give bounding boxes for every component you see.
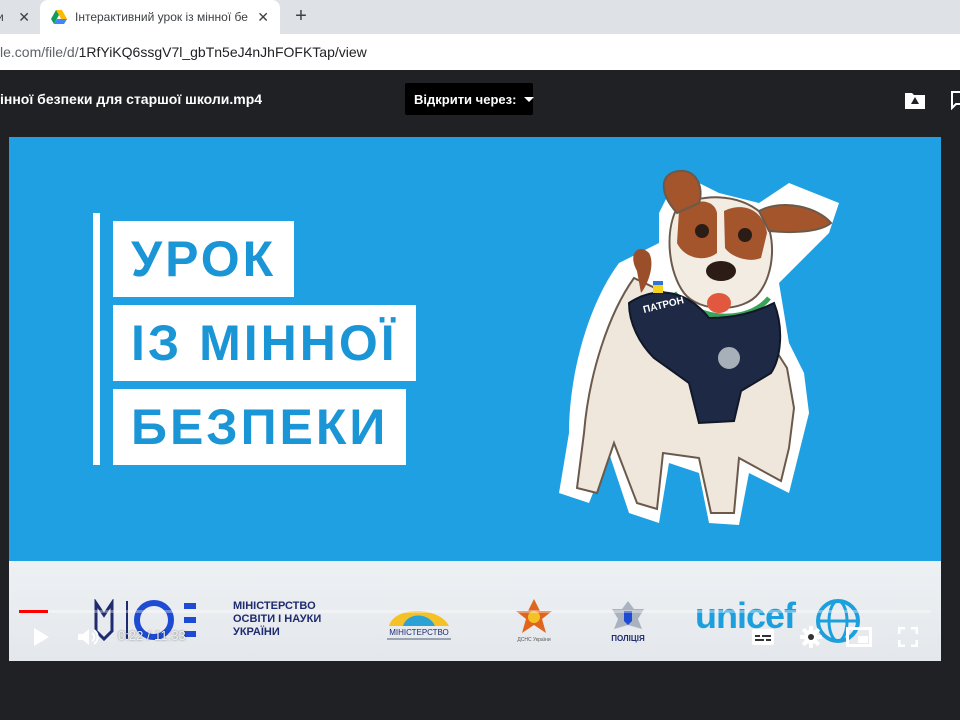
video-title-line-1: УРОК bbox=[113, 221, 295, 297]
drive-add-icon[interactable] bbox=[904, 90, 926, 110]
unicef-logo-text: unicef bbox=[695, 595, 796, 636]
open-with-button[interactable]: Відкрити через: bbox=[405, 83, 535, 115]
time-separator: / bbox=[143, 628, 155, 643]
dog-illustration: ПАТРОН bbox=[559, 169, 839, 525]
play-button[interactable] bbox=[29, 625, 53, 649]
duration: 11:33 bbox=[154, 628, 186, 643]
video-title-line-2: ІЗ МІННОЇ bbox=[113, 305, 416, 381]
settings-button[interactable] bbox=[799, 625, 823, 649]
miniplayer-button[interactable] bbox=[845, 625, 873, 649]
open-with-label: Відкрити через: bbox=[414, 91, 517, 107]
tab-active[interactable]: Інтерактивний урок із мінної бе ✕ bbox=[40, 0, 280, 34]
moe-line-3: УКРАЇНИ bbox=[233, 626, 280, 638]
new-tab-button[interactable]: + bbox=[290, 5, 312, 27]
progress-fill bbox=[19, 610, 49, 613]
file-name: інної безпеки для старшої школи.mp4 bbox=[0, 91, 263, 107]
tab-previous-title: и bbox=[0, 10, 4, 24]
ministry-education-text: МІНІСТЕРСТВО ОСВІТИ І НАУКИ УКРАЇНИ bbox=[233, 600, 321, 639]
progress-track[interactable] bbox=[19, 610, 931, 613]
miniplayer-icon bbox=[846, 627, 872, 647]
subtitles-icon bbox=[752, 629, 774, 645]
address-bar[interactable]: le.com/file/d/1RfYiKQ6ssgV7l_gbTn5eJ4nJh… bbox=[0, 34, 960, 70]
fullscreen-button[interactable] bbox=[896, 625, 920, 649]
time-display: 0:22 / 11:33 bbox=[118, 628, 186, 643]
caret-down-icon bbox=[524, 96, 535, 102]
google-drive-icon bbox=[51, 10, 67, 24]
video-title-line-3: БЕЗПЕКИ bbox=[113, 389, 407, 465]
police-logo-text: ПОЛІЦІЯ bbox=[611, 634, 645, 643]
ministry-logo: МІНІСТЕРСТВО bbox=[387, 611, 451, 640]
url-prefix: le.com/file/d/ bbox=[0, 44, 79, 60]
title-accent-bar bbox=[93, 213, 100, 465]
volume-icon bbox=[78, 629, 99, 645]
current-time: 0:22 bbox=[118, 628, 144, 643]
url-path: 1RfYiKQ6ssgV7l_gbTn5eJ4nJhFOFKTap/view bbox=[78, 44, 367, 60]
police-logo: ПОЛІЦІЯ bbox=[611, 601, 645, 643]
moe-line-2: ОСВІТИ І НАУКИ bbox=[233, 613, 322, 625]
tab-strip: и ✕ Інтерактивний урок із мінної бе ✕ + bbox=[0, 0, 960, 34]
tab-previous[interactable]: и ✕ bbox=[0, 0, 38, 34]
fullscreen-icon bbox=[898, 627, 918, 647]
gear-icon bbox=[800, 626, 822, 648]
close-icon[interactable]: ✕ bbox=[257, 9, 269, 25]
close-icon[interactable]: ✕ bbox=[18, 9, 30, 25]
dsns-logo-text: ДСНС України bbox=[517, 637, 550, 643]
video-player[interactable]: УРОК ІЗ МІННОЇ БЕЗПЕКИ ПАТРОН МІНІСТЕРСТ… bbox=[9, 137, 941, 661]
url-text[interactable]: le.com/file/d/1RfYiKQ6ssgV7l_gbTn5eJ4nJh… bbox=[0, 44, 367, 60]
volume-button[interactable] bbox=[75, 625, 101, 649]
ministry-logo-text: МІНІСТЕРСТВО bbox=[389, 628, 449, 637]
play-icon bbox=[34, 628, 49, 646]
subtitles-button[interactable] bbox=[750, 625, 776, 649]
comment-icon[interactable] bbox=[950, 90, 960, 110]
dsns-logo: ДСНС України bbox=[516, 599, 552, 643]
tab-title: Інтерактивний урок із мінної бе bbox=[75, 10, 248, 24]
